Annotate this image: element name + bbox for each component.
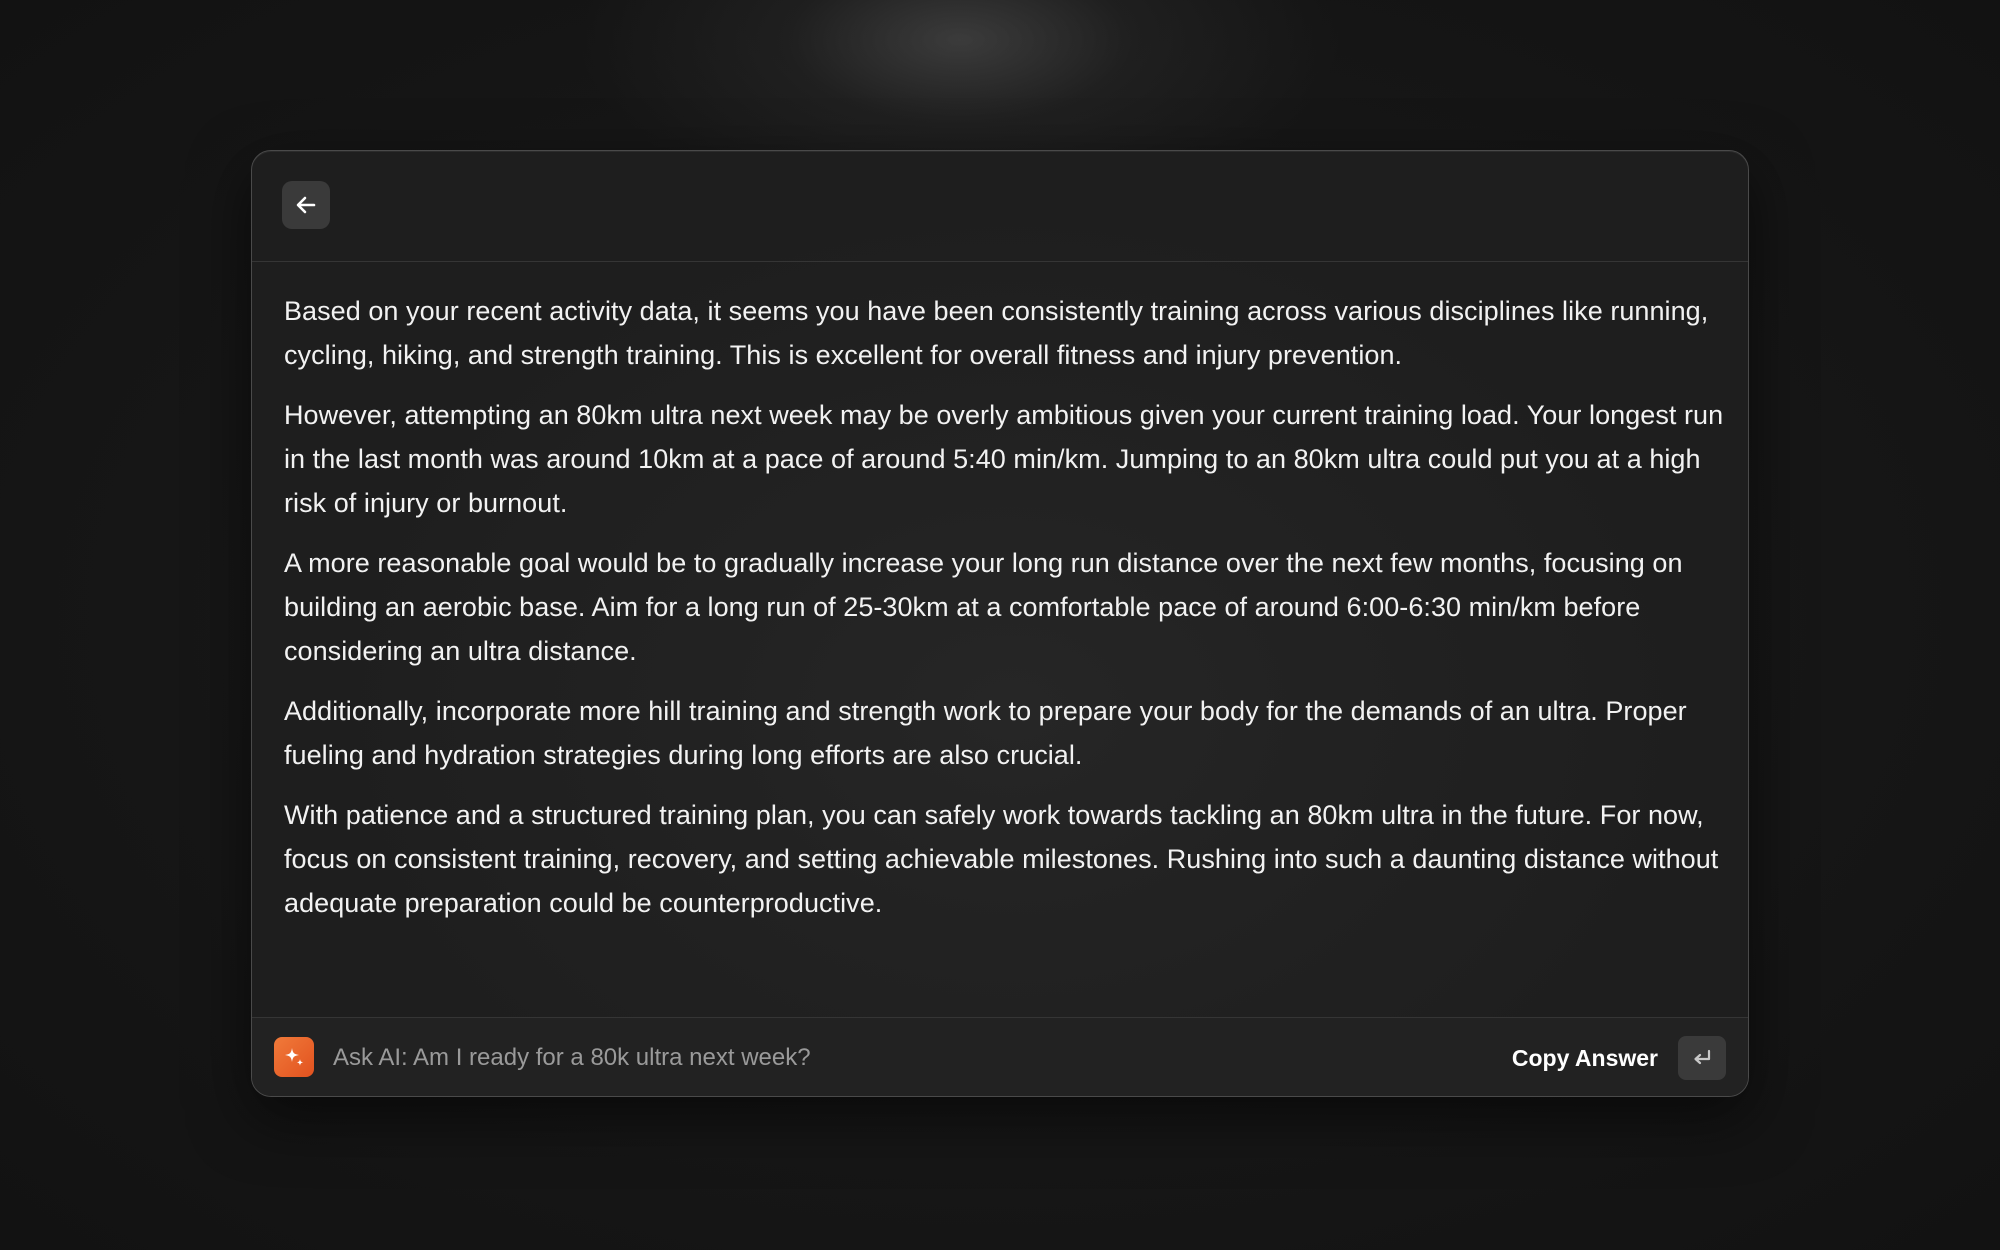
copy-answer-button[interactable]: Copy Answer [1512,1038,1658,1078]
arrow-left-icon [296,196,316,214]
sparkle-icon [285,1048,304,1066]
ask-ai-input[interactable] [333,1038,1333,1078]
answer-paragraph: With patience and a structured training … [284,800,1719,918]
answer-paragraph: Additionally, incorporate more hill trai… [284,696,1687,770]
answer-content: Based on your recent activity data, it s… [284,289,1724,941]
ai-answer-window: Based on your recent activity data, it s… [251,150,1749,1097]
ask-ai-bar: Copy Answer [252,1017,1748,1096]
back-button[interactable] [282,181,330,229]
answer-paragraph: Based on your recent activity data, it s… [284,296,1709,370]
ai-badge [274,1037,314,1077]
window-header [252,151,1748,262]
answer-paragraph: However, attempting an 80km ultra next w… [284,400,1724,518]
return-key-icon [1694,1049,1711,1065]
enter-button[interactable] [1678,1036,1726,1080]
answer-paragraph: A more reasonable goal would be to gradu… [284,548,1683,666]
